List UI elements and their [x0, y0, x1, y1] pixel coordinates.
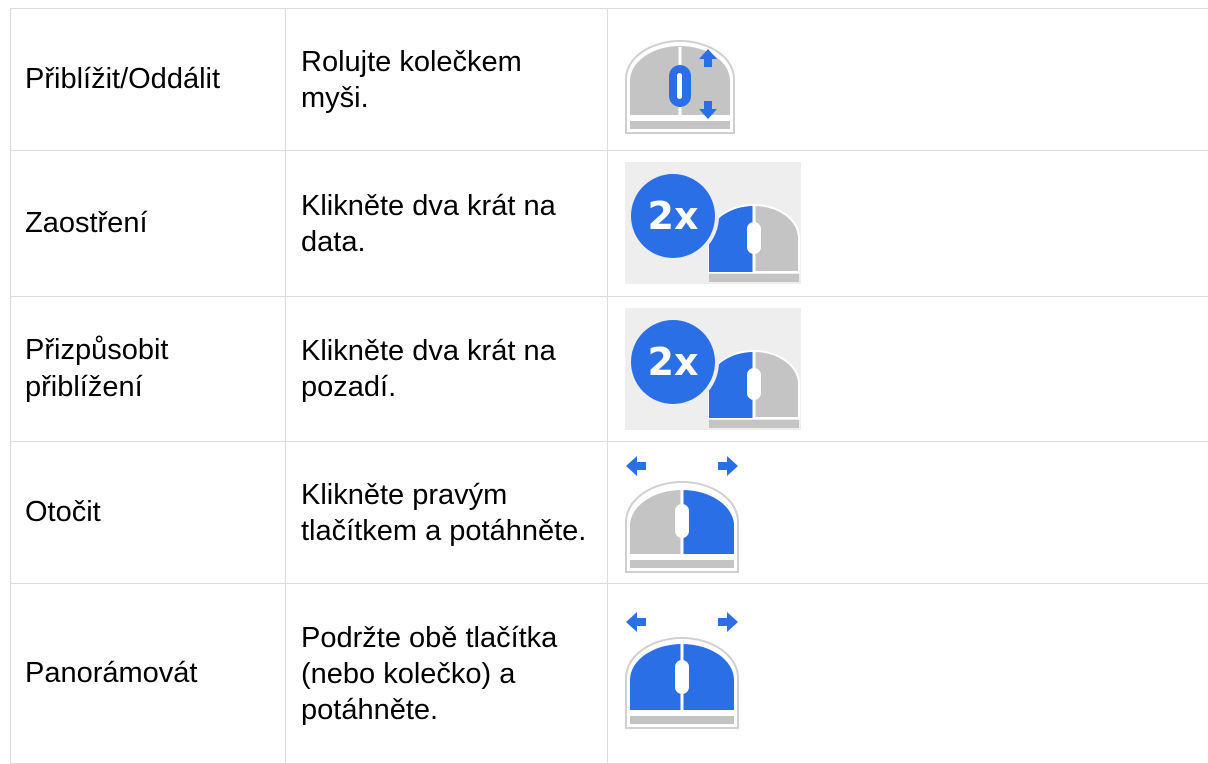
description-cell: Rolujte kolečkem myši.: [286, 9, 608, 151]
action-label-fit-zoom: Přizpůsobit přiblížení: [11, 332, 285, 406]
table-row: Panorámovát Podržte obě tlačítka (nebo k…: [11, 584, 1208, 764]
action-label-zoom: Přiblížit/Oddálit: [11, 61, 285, 98]
description-focus: Klikněte dva krát na data.: [286, 188, 607, 260]
description-pan: Podržte obě tlačítka (nebo kolečko) a po…: [286, 620, 607, 728]
action-cell: Přizpůsobit přiblížení: [11, 297, 286, 442]
mouse-scroll-wheel-icon: [624, 39, 736, 135]
action-label-focus: Zaostření: [11, 205, 285, 242]
table-row: Přiblížit/Oddálit Rolujte kolečkem myši.: [11, 9, 1208, 151]
both-buttons-drag-icon: [624, 608, 740, 730]
icon-cell: 2x: [608, 297, 1208, 442]
double-click-badge-label: 2x: [648, 194, 699, 238]
description-cell: Podržte obě tlačítka (nebo kolečko) a po…: [286, 584, 608, 764]
double-click-badge-label: 2x: [648, 340, 699, 384]
description-cell: Klikněte pravým tlačítkem a potáhněte.: [286, 442, 608, 584]
description-rotate: Klikněte pravým tlačítkem a potáhněte.: [286, 477, 607, 549]
action-label-rotate: Otočit: [11, 494, 285, 531]
icon-cell: [608, 584, 1208, 764]
action-cell: Zaostření: [11, 151, 286, 297]
table-row: Přizpůsobit přiblížení Klikněte dva krát…: [11, 297, 1208, 442]
action-cell: Přiblížit/Oddálit: [11, 9, 286, 151]
description-zoom: Rolujte kolečkem myši.: [286, 44, 607, 116]
description-cell: Klikněte dva krát na data.: [286, 151, 608, 297]
icon-cell: [608, 442, 1208, 584]
mouse-controls-table: Přiblížit/Oddálit Rolujte kolečkem myši.: [10, 8, 1208, 764]
double-click-left-icon: 2x: [625, 308, 801, 430]
description-cell: Klikněte dva krát na pozadí.: [286, 297, 608, 442]
description-fit-zoom: Klikněte dva krát na pozadí.: [286, 333, 607, 405]
table-row: Zaostření Klikněte dva krát na data. 2x: [11, 151, 1208, 297]
action-cell: Otočit: [11, 442, 286, 584]
action-cell: Panorámovát: [11, 584, 286, 764]
right-drag-icon: [624, 452, 740, 574]
action-label-pan: Panorámovát: [11, 655, 285, 692]
table-row: Otočit Klikněte pravým tlačítkem a potáh…: [11, 442, 1208, 584]
icon-cell: [608, 9, 1208, 151]
icon-cell: 2x: [608, 151, 1208, 297]
double-click-left-icon: 2x: [625, 162, 801, 284]
